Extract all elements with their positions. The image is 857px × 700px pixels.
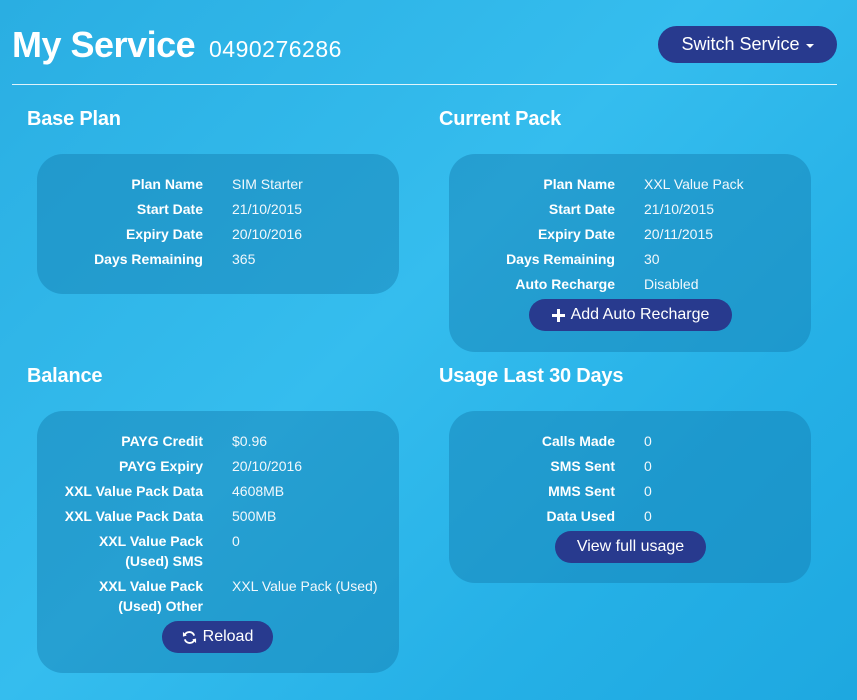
header-divider <box>12 84 837 85</box>
row-value: 20/11/2015 <box>644 226 714 242</box>
add-auto-recharge-button[interactable]: Add Auto Recharge <box>529 299 732 331</box>
row-value: 4608MB <box>232 483 285 499</box>
view-full-usage-label: View full usage <box>576 538 685 555</box>
row-label: Start Date <box>548 201 615 217</box>
row-label: Auto Recharge <box>515 276 615 292</box>
row-value: $0.96 <box>232 433 268 449</box>
view-full-usage-button[interactable]: View full usage <box>555 531 706 563</box>
balance-title: Balance <box>27 365 103 387</box>
row-label: XXL Value Pack Data <box>64 508 203 524</box>
row-value: XXL Value Pack <box>644 176 744 192</box>
row-value: 0 <box>232 533 240 549</box>
row-label-line2: (Used) SMS <box>125 553 203 569</box>
row-label: MMS Sent <box>548 483 615 499</box>
row-label-line2: (Used) Other <box>118 598 203 614</box>
row-label: Data Used <box>546 508 615 524</box>
reload-button[interactable]: Reload <box>162 621 273 653</box>
row-value: 20/10/2016 <box>232 226 303 242</box>
plus-icon <box>551 308 565 322</box>
usage-card: Calls Made 0 SMS Sent 0 MMS Sent 0 Data … <box>449 411 811 583</box>
row-label: Expiry Date <box>125 226 203 242</box>
add-auto-recharge-label: Add Auto Recharge <box>570 306 710 323</box>
row-label-line1: XXL Value Pack <box>98 578 203 594</box>
page-title: My Service <box>12 24 196 65</box>
switch-service-button[interactable]: Switch Service <box>658 26 837 63</box>
row-value: 21/10/2015 <box>644 201 715 217</box>
row-value: XXL Value Pack (Used) <box>232 578 378 594</box>
switch-service-label: Switch Service <box>681 34 800 54</box>
row-label: Plan Name <box>131 176 203 192</box>
base-plan-title: Base Plan <box>27 108 121 130</box>
row-value: 0 <box>644 508 652 524</box>
row-label: Days Remaining <box>94 251 203 267</box>
row-label: Days Remaining <box>506 251 615 267</box>
page-header: My Service 0490276286 Switch Service <box>12 24 837 68</box>
base-plan-card: Plan Name SIM Starter Start Date 21/10/2… <box>37 154 399 294</box>
caret-down-icon <box>805 43 814 48</box>
usage-title: Usage Last 30 Days <box>439 365 624 387</box>
reload-label: Reload <box>202 628 254 645</box>
row-label: Calls Made <box>541 433 615 449</box>
row-value: 0 <box>644 458 652 474</box>
row-label: Expiry Date <box>537 226 615 242</box>
refresh-icon <box>182 630 197 645</box>
row-value: 365 <box>232 251 256 267</box>
row-value: 21/10/2015 <box>232 201 303 217</box>
current-pack-title: Current Pack <box>439 108 562 130</box>
row-label: PAYG Expiry <box>118 458 203 474</box>
row-value: Disabled <box>644 276 699 292</box>
row-value: SIM Starter <box>232 176 303 192</box>
row-label-line1: XXL Value Pack <box>98 533 203 549</box>
row-value: 0 <box>644 483 652 499</box>
row-value: 0 <box>644 433 652 449</box>
row-label: XXL Value Pack (Used) Other <box>99 576 203 616</box>
row-value: 30 <box>644 251 660 267</box>
row-label: XXL Value Pack Data <box>64 483 203 499</box>
current-pack-card: Plan Name XXL Value Pack Start Date 21/1… <box>449 154 811 352</box>
row-label: XXL Value Pack (Used) SMS <box>99 531 203 571</box>
row-label: Plan Name <box>543 176 615 192</box>
service-number: 0490276286 <box>209 36 342 62</box>
row-label: PAYG Credit <box>121 433 203 449</box>
balance-card: PAYG Credit $0.96 PAYG Expiry 20/10/2016… <box>37 411 399 673</box>
row-label: Start Date <box>136 201 203 217</box>
row-label: SMS Sent <box>550 458 615 474</box>
row-value: 20/10/2016 <box>232 458 303 474</box>
row-value: 500MB <box>232 508 277 524</box>
